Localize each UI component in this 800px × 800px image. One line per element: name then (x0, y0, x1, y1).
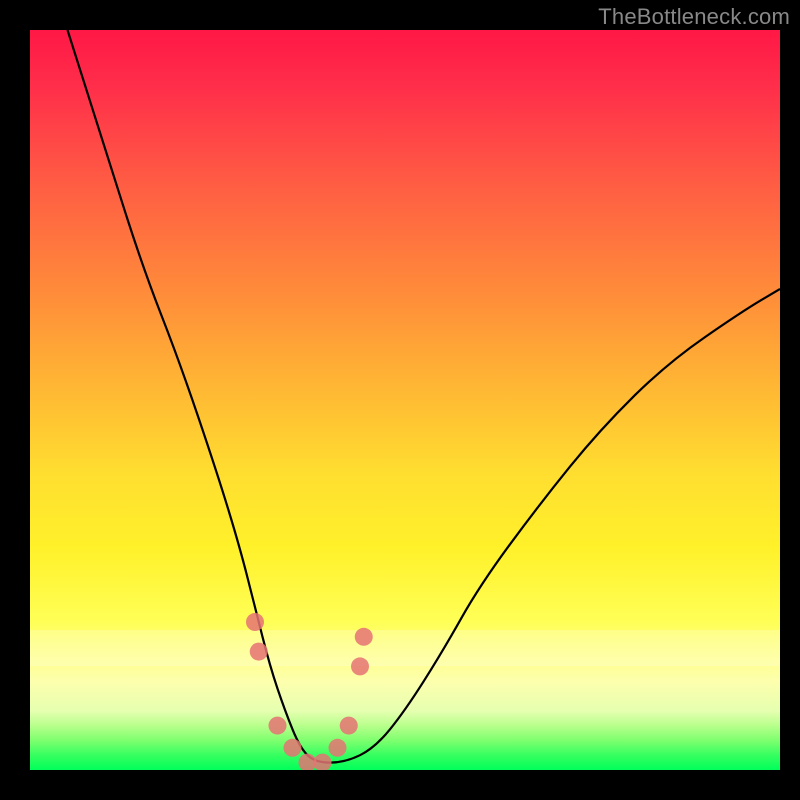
valley-dot (269, 717, 287, 735)
valley-dot (314, 754, 332, 770)
valley-dot (355, 628, 373, 646)
bottleneck-curve (68, 30, 781, 763)
valley-dot (351, 657, 369, 675)
valley-dot (284, 739, 302, 757)
valley-dots-group (246, 613, 373, 770)
chart-svg (30, 30, 780, 770)
valley-dot (246, 613, 264, 631)
valley-dot (340, 717, 358, 735)
plot-area (30, 30, 780, 770)
watermark-text: TheBottleneck.com (598, 4, 790, 30)
valley-dot (250, 643, 268, 661)
valley-dot (329, 739, 347, 757)
